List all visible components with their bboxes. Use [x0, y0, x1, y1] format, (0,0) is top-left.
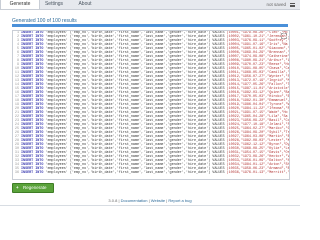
sql-keyword: INSERT INTO [21, 171, 44, 175]
menu-icon[interactable] [290, 3, 295, 8]
tab-bar: Generate Settings About not saved [0, 0, 300, 10]
divider [0, 205, 300, 206]
line-number: 36 [14, 171, 19, 175]
website-link[interactable]: Website [151, 198, 165, 203]
code-line: 36 INSERT INTO 'employees' ('emp_no','bir… [13, 171, 289, 175]
footer: 3.0.8 | Documentation | Website | Report… [108, 198, 192, 203]
tab-generate[interactable]: Generate [0, 0, 40, 9]
tab-about[interactable]: About [70, 0, 100, 9]
sql-output[interactable]: 1 INSERT INTO 'employees' ('emp_no','birt… [12, 30, 290, 180]
report-bug-link[interactable]: Report a bug [168, 198, 191, 203]
save-status: not saved [266, 2, 286, 7]
sql-columns: 'employees' ('emp_no','birth_date','firs… [45, 171, 225, 175]
app-window: Generate Settings About not saved Genera… [0, 0, 300, 209]
progress-bar [12, 24, 288, 27]
progress-fill [12, 24, 288, 27]
version: 3.0.8 [108, 198, 118, 203]
sql-values: (10036,"1976-01-13","Merritt","G [226, 171, 290, 175]
documentation-link[interactable]: Documentation [121, 198, 148, 203]
plus-icon: + [16, 185, 19, 190]
regenerate-button[interactable]: + Regenerate [12, 183, 54, 193]
tab-settings[interactable]: Settings [38, 0, 70, 9]
